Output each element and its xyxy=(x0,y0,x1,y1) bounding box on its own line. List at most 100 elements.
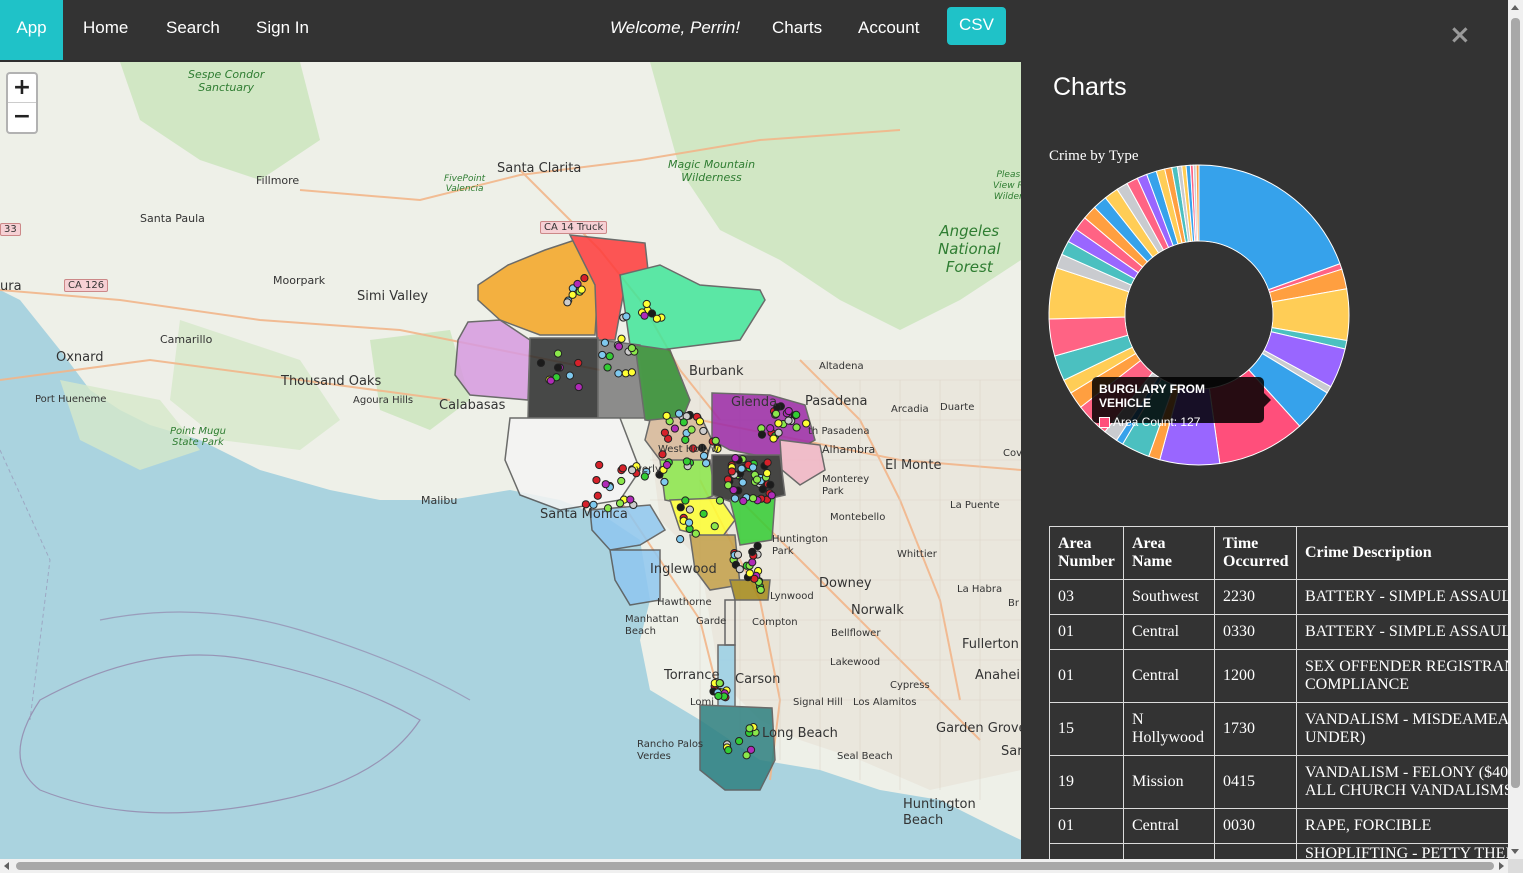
incident-marker[interactable] xyxy=(724,481,733,490)
incident-marker[interactable] xyxy=(774,428,783,437)
incident-marker[interactable] xyxy=(701,459,711,468)
incident-marker[interactable] xyxy=(617,476,626,486)
incident-marker[interactable] xyxy=(753,541,762,551)
incident-marker[interactable] xyxy=(737,464,746,473)
incident-marker[interactable] xyxy=(600,338,610,347)
nav-home[interactable]: Home xyxy=(83,0,128,60)
incident-marker[interactable] xyxy=(626,495,635,504)
zoom-in-button[interactable]: + xyxy=(8,74,36,103)
scroll-up-arrow-icon[interactable] xyxy=(1511,5,1519,10)
table-row[interactable]: 15 NHollywood 1730 VANDALISM - MISDEAMEANOR… xyxy=(1049,702,1508,756)
incident-marker[interactable] xyxy=(563,298,572,307)
incident-marker[interactable] xyxy=(676,535,685,544)
incident-marker[interactable] xyxy=(748,558,757,567)
incident-marker[interactable] xyxy=(792,423,801,432)
incident-marker[interactable] xyxy=(598,350,607,360)
incident-marker[interactable] xyxy=(767,491,776,500)
close-icon[interactable]: × xyxy=(1449,20,1471,50)
incident-marker[interactable] xyxy=(756,585,765,594)
incident-marker[interactable] xyxy=(745,569,754,578)
vertical-scroll-thumb[interactable] xyxy=(1511,18,1520,788)
incident-marker[interactable] xyxy=(738,478,747,487)
incident-marker[interactable] xyxy=(710,522,719,531)
incident-marker[interactable] xyxy=(774,419,783,428)
horizontal-scroll-thumb[interactable] xyxy=(16,862,1494,870)
incident-marker[interactable] xyxy=(595,460,604,470)
incident-marker[interactable] xyxy=(714,691,723,701)
table-row[interactable]: 01 Central 0330 BATTERY - SIMPLE ASSAULT xyxy=(1049,614,1508,650)
incident-marker[interactable] xyxy=(674,409,684,418)
incident-marker[interactable] xyxy=(734,737,744,746)
zoom-out-button[interactable]: − xyxy=(8,103,36,132)
header-area-number[interactable]: Area Number xyxy=(1049,526,1124,580)
vertical-scrollbar[interactable] xyxy=(1508,0,1523,859)
incident-marker[interactable] xyxy=(676,503,685,512)
nav-sign-in[interactable]: Sign In xyxy=(256,0,309,60)
header-crime-description[interactable]: Crime Description xyxy=(1296,526,1508,580)
incident-marker[interactable] xyxy=(730,494,740,503)
incident-marker[interactable] xyxy=(618,464,627,473)
incident-marker[interactable] xyxy=(601,480,610,489)
csv-button[interactable]: CSV xyxy=(947,7,1006,45)
table-row[interactable]: 03 Southwest 2230 BATTERY - SIMPLE ASSAULT xyxy=(1049,579,1508,615)
incident-marker[interactable] xyxy=(574,382,583,392)
incident-marker[interactable] xyxy=(553,363,563,372)
incident-marker[interactable] xyxy=(592,475,601,485)
incident-marker[interactable] xyxy=(763,458,772,467)
incident-marker[interactable] xyxy=(792,410,801,419)
incident-marker[interactable] xyxy=(652,314,662,323)
crime-map[interactable]: + − Sespe Condor Sanctuary Santa Clarita… xyxy=(0,62,1021,859)
incident-marker[interactable] xyxy=(546,376,555,385)
incident-marker[interactable] xyxy=(733,550,743,559)
incident-marker[interactable] xyxy=(642,299,651,309)
incident-marker[interactable] xyxy=(739,496,748,506)
incident-marker[interactable] xyxy=(766,480,775,489)
incident-marker[interactable] xyxy=(746,745,756,754)
incident-marker[interactable] xyxy=(614,342,623,351)
horizontal-scrollbar[interactable] xyxy=(0,859,1508,873)
incident-marker[interactable] xyxy=(699,426,708,436)
incident-marker[interactable] xyxy=(758,485,767,494)
scroll-down-arrow-icon[interactable] xyxy=(1511,849,1519,854)
incident-marker[interactable] xyxy=(684,518,694,527)
table-row[interactable]: 01 Central 0030 RAPE, FORCIBLE xyxy=(1049,808,1508,844)
incident-marker[interactable] xyxy=(682,457,691,466)
header-time-occurred[interactable]: Time Occurred xyxy=(1214,526,1297,580)
incident-marker[interactable] xyxy=(769,434,778,443)
incident-marker[interactable] xyxy=(660,477,669,487)
incident-marker[interactable] xyxy=(593,491,602,500)
incident-marker[interactable] xyxy=(615,499,625,508)
incident-marker[interactable] xyxy=(553,349,563,358)
incident-marker[interactable] xyxy=(748,547,757,556)
incident-marker[interactable] xyxy=(614,369,623,378)
incident-marker[interactable] xyxy=(660,428,669,437)
incident-marker[interactable] xyxy=(748,494,758,503)
nav-search[interactable]: Search xyxy=(166,0,220,60)
incident-marker[interactable] xyxy=(699,509,708,518)
incident-marker[interactable] xyxy=(691,529,700,538)
incident-marker[interactable] xyxy=(724,746,733,755)
header-area-name[interactable]: Area Name xyxy=(1123,526,1215,580)
incident-marker[interactable] xyxy=(536,358,546,368)
incident-marker[interactable] xyxy=(662,411,671,420)
table-row[interactable]: SHOPLIFTING - PETTY THEFT xyxy=(1049,843,1508,859)
table-row[interactable]: 01 Central 1200 SEX OFFENDER REGISTRANT OUT… xyxy=(1049,649,1508,703)
incident-marker[interactable] xyxy=(745,724,754,733)
incident-marker[interactable] xyxy=(727,467,736,476)
incident-marker[interactable] xyxy=(603,363,612,372)
incident-marker[interactable] xyxy=(622,312,631,321)
incident-marker[interactable] xyxy=(681,496,690,505)
incident-marker[interactable] xyxy=(662,460,672,470)
incident-marker[interactable] xyxy=(565,371,574,380)
incident-marker[interactable] xyxy=(731,454,740,463)
incident-marker[interactable] xyxy=(568,290,577,299)
incident-marker[interactable] xyxy=(670,424,679,433)
incident-marker[interactable] xyxy=(687,425,696,434)
incident-marker[interactable] xyxy=(580,274,589,283)
incident-marker[interactable] xyxy=(784,416,793,425)
incident-marker[interactable] xyxy=(757,430,767,439)
table-row[interactable]: 19 Mission 0415 VANDALISM - FELONY ($400 & … xyxy=(1049,755,1508,809)
incident-marker[interactable] xyxy=(627,343,636,353)
incident-marker[interactable] xyxy=(752,475,762,484)
incident-marker[interactable] xyxy=(784,406,793,416)
